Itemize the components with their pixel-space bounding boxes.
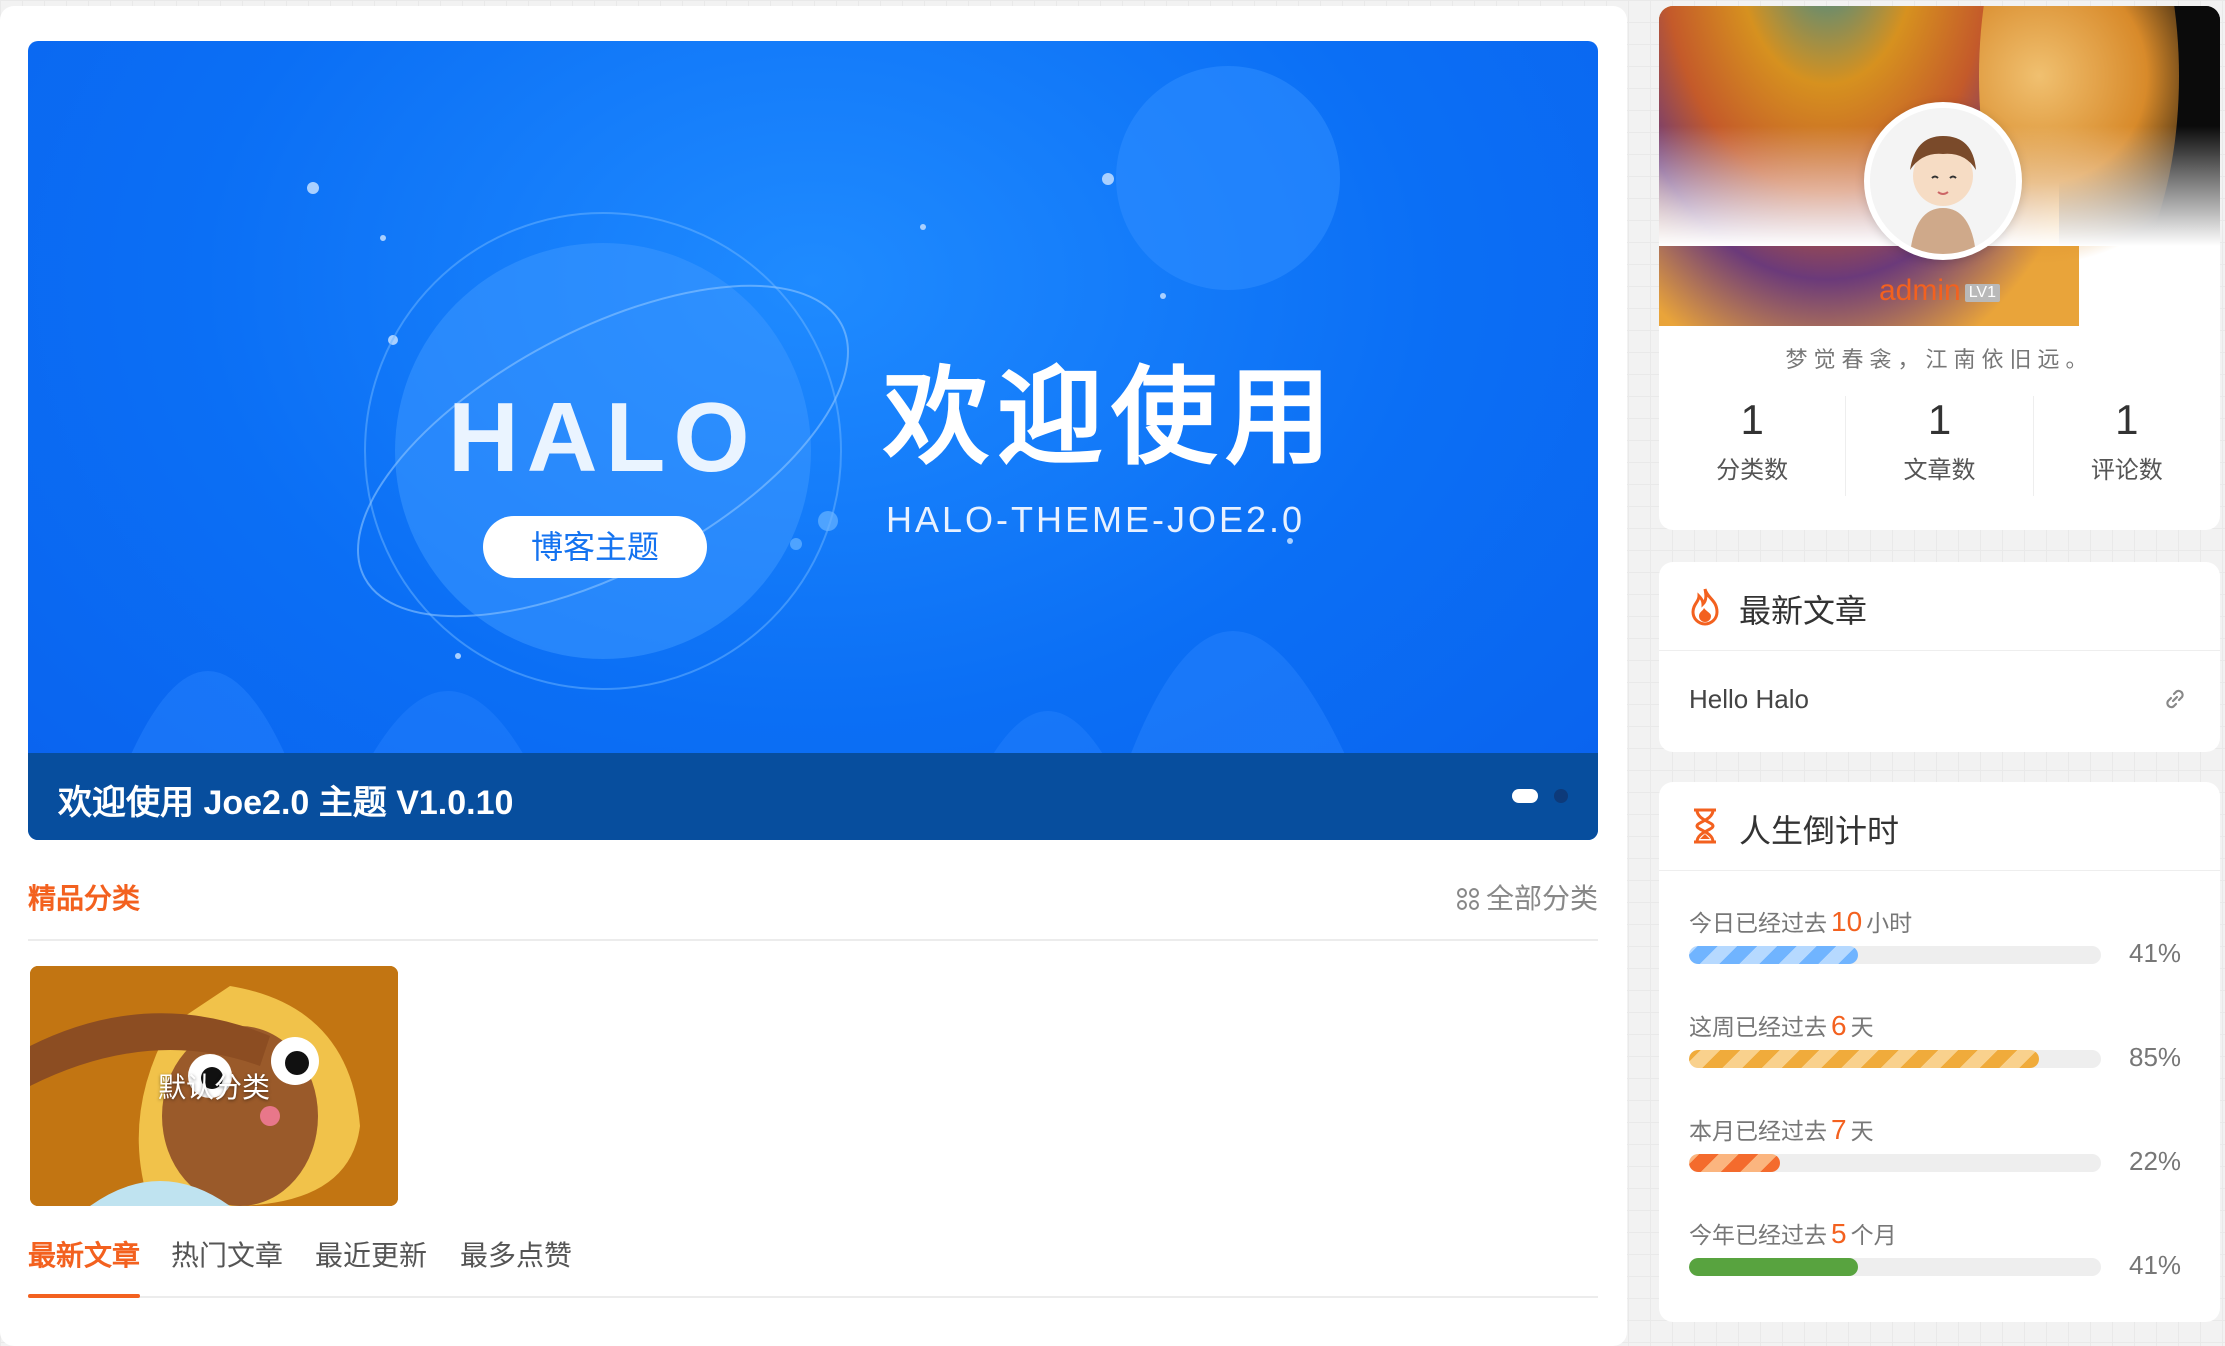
progress-track [1689,1050,2101,1068]
profile-motto: 梦觉春衾，江南依旧远。 [1785,348,2094,373]
countdown-row-day: 今日已经过去 10 小时 41% [1689,904,2189,968]
active-tab-indicator [28,1294,140,1298]
countdown-prefix: 今年已经过去 [1689,1222,1827,1248]
countdown-value: 5 [1831,1218,1847,1249]
countdown-unit: 天 [1850,1118,1874,1144]
life-countdown-card: 人生倒计时 今日已经过去 10 小时 41% 这周已经过去 6 天 85% 本月已经过去… [1659,782,2220,1322]
profile-card: admin LV1 梦觉春衾，江南依旧远。 1 分类数 1 文章数 1 评论数 [1659,6,2220,530]
progress-percent: 41% [2129,1250,2182,1280]
tab-latest[interactable]: 最新文章 [28,1234,140,1274]
stat-number: 1 [1927,396,1952,443]
progress-track [1689,1258,2101,1276]
halo-theme-pill: 博客主题 [483,516,707,578]
profile-stats: 1 分类数 1 文章数 1 评论数 [1659,396,2220,496]
carousel-dot-2[interactable] [1554,789,1568,803]
progress-track [1689,946,2101,964]
countdown-title: 人生倒计时 [1739,813,1900,849]
banner-decoration [128,66,1348,781]
card-header: 人生倒计时 [1659,782,2220,871]
progress-percent: 41% [2129,938,2182,968]
progress-track [1689,1154,2101,1172]
hero-subtitle: HALO-THEME-JOE2.0 [886,499,1306,540]
progress-fill [1689,1050,2040,1068]
progress-percent: 85% [2129,1042,2182,1072]
stat-number: 1 [1740,396,1764,443]
countdown-value: 10 [1831,906,1863,937]
banner-caption[interactable]: 欢迎使用 Joe2.0 主题 V1.0.10 [58,775,513,824]
halo-logo-text: HALO [448,382,758,492]
countdown-value: 7 [1831,1114,1847,1145]
all-categories-link[interactable]: 全部分类 [1456,877,1598,918]
hero-carousel[interactable]: HALO 博客主题 欢迎使用 HALO-THEME-JOE2.0 欢迎使用 Jo… [28,41,1598,840]
profile-name[interactable]: admin LV1 [1659,274,2220,308]
grid-icon [1456,886,1480,918]
countdown-prefix: 这周已经过去 [1689,1014,1827,1040]
stat-articles[interactable]: 1 文章数 [1846,396,2034,496]
countdown-row-week: 这周已经过去 6 天 85% [1689,1008,2189,1072]
countdown-row-year: 今年已经过去 5 个月 41% [1689,1216,2189,1280]
tab-most-liked[interactable]: 最多点赞 [460,1234,572,1274]
avatar[interactable] [1864,102,2022,260]
article-tabs: 最新文章 热门文章 最近更新 最多点赞 [28,1226,1598,1298]
stat-categories[interactable]: 1 分类数 [1659,396,1847,496]
fire-icon [1687,586,1723,631]
card-header: 最新文章 [1659,562,2220,651]
countdown-value: 6 [1831,1010,1847,1041]
hourglass-icon [1687,806,1723,851]
featured-categories-title: 精品分类 [28,883,141,914]
countdown-unit: 个月 [1850,1222,1897,1248]
progress-fill [1689,1154,1780,1172]
countdown-unit: 小时 [1866,910,1913,936]
countdown-prefix: 今日已经过去 [1689,910,1827,936]
stat-label: 文章数 [1903,457,1976,484]
hero-title: 欢迎使用 [883,359,1339,477]
link-icon[interactable] [2162,686,2188,717]
tab-recently-updated[interactable]: 最近更新 [315,1234,427,1274]
countdown-prefix: 本月已经过去 [1689,1118,1827,1144]
stat-label: 评论数 [2090,457,2163,484]
progress-fill [1689,1258,1858,1276]
carousel-dot-1[interactable] [1512,789,1538,803]
category-card-default[interactable]: 默认分类 [30,966,398,1206]
all-categories-label: 全部分类 [1485,883,1598,914]
latest-article-link[interactable]: Hello Halo [1689,684,1809,715]
tab-popular[interactable]: 热门文章 [171,1234,283,1274]
level-badge: LV1 [1964,284,2000,302]
profile-username: admin [1879,274,1961,307]
progress-fill [1689,946,1858,964]
countdown-unit: 天 [1850,1014,1874,1040]
progress-percent: 22% [2129,1146,2182,1176]
stat-label: 分类数 [1716,457,1789,484]
stat-comments[interactable]: 1 评论数 [2034,396,2220,496]
stat-number: 1 [2115,396,2139,443]
main-content-card: HALO 博客主题 欢迎使用 HALO-THEME-JOE2.0 欢迎使用 Jo… [0,6,1627,1346]
countdown-row-month: 本月已经过去 7 天 22% [1689,1112,2189,1176]
category-label: 默认分类 [157,1072,270,1103]
latest-articles-card: 最新文章 Hello Halo [1659,562,2220,752]
latest-articles-title: 最新文章 [1739,593,1868,629]
banner-caption-bar: 欢迎使用 Joe2.0 主题 V1.0.10 [28,753,1598,840]
featured-categories-header: 精品分类 全部分类 [28,871,1598,941]
